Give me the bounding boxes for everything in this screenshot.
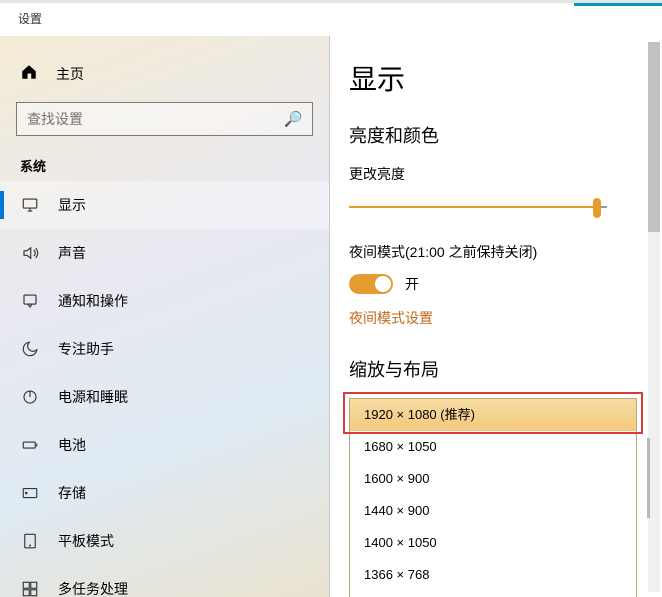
notifications-icon (20, 291, 40, 311)
night-light-label: 夜间模式(21:00 之前保持关闭) (349, 242, 662, 262)
sidebar-item-power[interactable]: 电源和睡眠 (0, 373, 329, 421)
resolution-option[interactable]: 1680 × 1050 (350, 431, 636, 463)
brightness-slider[interactable] (349, 196, 607, 220)
resolution-option[interactable]: 1600 × 900 (350, 463, 636, 495)
sidebar-item-multitask[interactable]: 多任务处理 (0, 565, 329, 597)
sidebar-item-label: 存储 (58, 483, 86, 503)
power-icon (20, 387, 40, 407)
resolution-dropdown[interactable]: 1920 × 1080 (推荐)1680 × 10501600 × 900144… (349, 398, 649, 597)
search-input[interactable] (16, 102, 313, 136)
home-label: 主页 (56, 64, 84, 84)
sidebar-item-display[interactable]: 显示 (0, 181, 329, 229)
window-header: 设置 (0, 6, 662, 36)
sidebar-item-label: 声音 (58, 243, 86, 263)
sound-icon (20, 243, 40, 263)
page-title: 显示 (349, 58, 662, 98)
night-light-settings-link[interactable]: 夜间模式设置 (349, 308, 433, 328)
sidebar-item-tablet[interactable]: 平板模式 (0, 517, 329, 565)
sidebar-item-battery[interactable]: 电池 (0, 421, 329, 469)
battery-icon (20, 435, 40, 455)
focus-icon (20, 339, 40, 359)
sidebar-item-storage[interactable]: 存储 (0, 469, 329, 517)
sidebar-item-focus[interactable]: 专注助手 (0, 325, 329, 373)
sidebar-item-label: 显示 (58, 195, 86, 215)
sidebar-item-label: 专注助手 (58, 339, 114, 359)
window-top-border (0, 0, 662, 3)
scrollbar-thumb[interactable] (648, 42, 660, 232)
storage-icon (20, 483, 40, 503)
home-button[interactable]: 主页 (0, 54, 329, 94)
sidebar: 主页 🔍 系统 显示声音通知和操作专注助手电源和睡眠电池存储平板模式多任务处理 (0, 36, 330, 597)
toggle-knob (375, 276, 391, 292)
resolution-option[interactable]: 1360 × 768 (350, 591, 636, 597)
sidebar-item-label: 多任务处理 (58, 579, 128, 597)
section-scale-heading: 缩放与布局 (349, 356, 662, 382)
window-title: 设置 (18, 10, 42, 27)
resolution-option[interactable]: 1366 × 768 (350, 559, 636, 591)
sidebar-item-label: 电池 (58, 435, 86, 455)
night-light-toggle[interactable] (349, 274, 393, 294)
resolution-option[interactable]: 1920 × 1080 (推荐) (350, 399, 636, 431)
slider-thumb[interactable] (593, 198, 601, 218)
sidebar-category-label: 系统 (20, 156, 329, 175)
multitask-icon (20, 579, 40, 597)
resolution-option[interactable]: 1400 × 1050 (350, 527, 636, 559)
sidebar-item-sound[interactable]: 声音 (0, 229, 329, 277)
resolution-option[interactable]: 1440 × 900 (350, 495, 636, 527)
section-brightness-heading: 亮度和颜色 (349, 122, 662, 148)
sidebar-item-label: 通知和操作 (58, 291, 128, 311)
display-icon (20, 195, 40, 215)
slider-track-filled (349, 206, 597, 208)
sidebar-item-label: 平板模式 (58, 531, 114, 551)
home-icon (20, 63, 38, 86)
brightness-label: 更改亮度 (349, 164, 662, 184)
night-light-state-label: 开 (405, 274, 419, 294)
sidebar-item-notifications[interactable]: 通知和操作 (0, 277, 329, 325)
tablet-icon (20, 531, 40, 551)
content-pane: 显示 亮度和颜色 更改亮度 夜间模式(21:00 之前保持关闭) 开 夜间模式设… (331, 36, 662, 597)
sidebar-item-label: 电源和睡眠 (58, 387, 128, 407)
dropdown-scrollbar-thumb[interactable] (647, 438, 650, 518)
